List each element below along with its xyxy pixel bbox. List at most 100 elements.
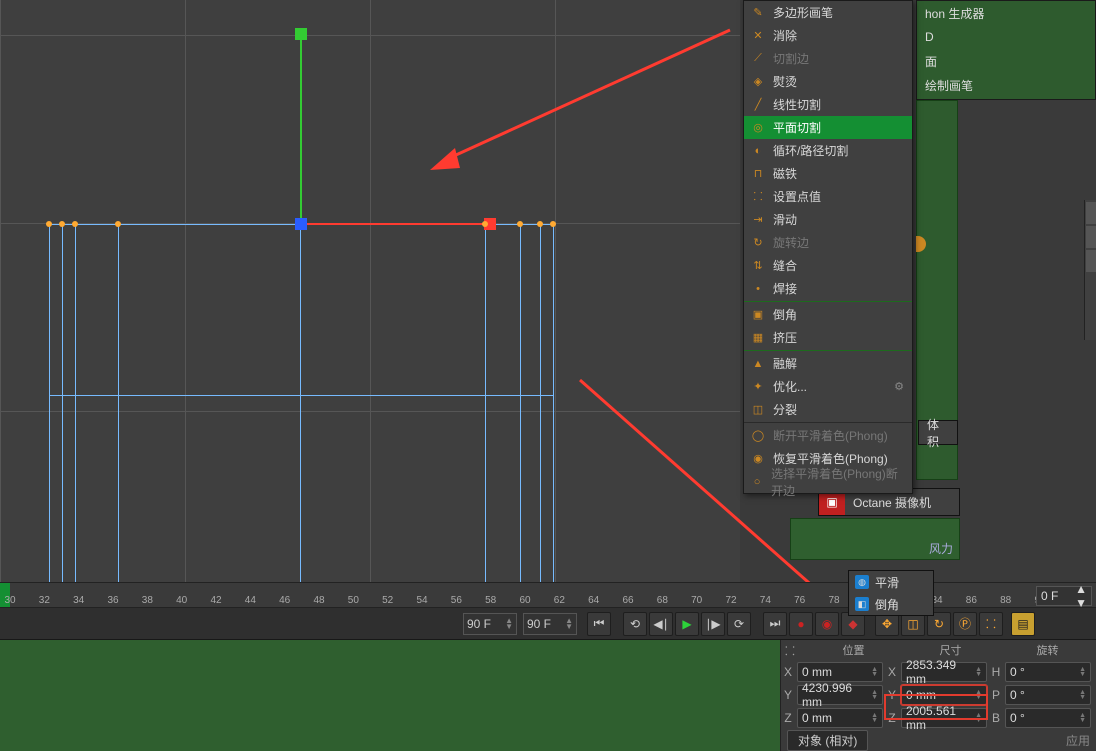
viewport-3d[interactable] bbox=[0, 0, 740, 582]
handle-y[interactable] bbox=[295, 28, 307, 40]
panel-item[interactable]: 绘制画笔 bbox=[917, 73, 1095, 97]
smooth-icon: ◍ bbox=[855, 575, 869, 589]
panel-item[interactable]: 面 bbox=[917, 49, 1095, 73]
handle-origin[interactable] bbox=[295, 218, 307, 230]
next-frame-button[interactable]: ∣▶ bbox=[701, 612, 725, 636]
timeline-tick: 76 bbox=[794, 595, 805, 606]
menu-item[interactable]: ◈熨烫 bbox=[744, 70, 912, 93]
next-key-button[interactable]: ⟳ bbox=[727, 612, 751, 636]
spinner-arrows-icon[interactable]: ▲▼ bbox=[975, 713, 982, 723]
coord-field[interactable]: 0 mm▲▼ bbox=[797, 708, 883, 728]
menu-item[interactable]: ⇅缝合 bbox=[744, 254, 912, 277]
coord-field[interactable]: 0 °▲▼ bbox=[1005, 685, 1091, 705]
coord-field[interactable]: 0 °▲▼ bbox=[1005, 662, 1091, 682]
vertex[interactable] bbox=[72, 221, 78, 227]
menu-item[interactable]: ◫分裂 bbox=[744, 398, 912, 421]
prev-key-button[interactable]: ⟲ bbox=[623, 612, 647, 636]
play-button[interactable]: ▶ bbox=[675, 612, 699, 636]
timeline-tick: 36 bbox=[107, 595, 118, 606]
menu-item[interactable]: ╱线性切割 bbox=[744, 93, 912, 116]
timeline-tick: 50 bbox=[348, 595, 359, 606]
menu-label: 挤压 bbox=[773, 329, 797, 346]
menu-item: ⟋切割边 bbox=[744, 47, 912, 70]
vertex[interactable] bbox=[550, 221, 556, 227]
frame-field[interactable]: 0 F ▲▼ bbox=[1036, 586, 1092, 606]
timeline-tick: 88 bbox=[1000, 595, 1011, 606]
coord-field[interactable]: 0 mm▲▼ bbox=[901, 685, 987, 705]
object-mode-select[interactable]: 对象 (相对) bbox=[787, 730, 868, 751]
vertex[interactable] bbox=[537, 221, 543, 227]
coord-field[interactable]: 2853.349 mm▲▼ bbox=[901, 662, 987, 682]
timeline-tick: 38 bbox=[142, 595, 153, 606]
menu-item[interactable]: ✕消除 bbox=[744, 24, 912, 47]
vertex[interactable] bbox=[517, 221, 523, 227]
timeline-tick: 40 bbox=[176, 595, 187, 606]
vertex[interactable] bbox=[46, 221, 52, 227]
side-icon[interactable] bbox=[1086, 226, 1096, 248]
menu-label: 融解 bbox=[773, 355, 797, 372]
menu-label: 滑动 bbox=[773, 211, 797, 228]
spinner-arrows-icon[interactable]: ▲▼ bbox=[1075, 582, 1087, 610]
menu-icon: ⇥ bbox=[750, 212, 766, 228]
tag-item-smooth[interactable]: ◍平滑 bbox=[849, 571, 933, 593]
timeline-tick: 58 bbox=[485, 595, 496, 606]
timeline-tick: 78 bbox=[828, 595, 839, 606]
coordinate-manager: ⸬ 位置 尺寸 旋转 X0 mm▲▼X2853.349 mm▲▼H0 °▲▼Y4… bbox=[780, 640, 1096, 751]
coord-field[interactable]: 2005.561 mm▲▼ bbox=[901, 708, 987, 728]
menu-item[interactable]: ⊓磁铁 bbox=[744, 162, 912, 185]
panel-item[interactable]: 体积 bbox=[919, 421, 957, 444]
spinner-arrows-icon[interactable]: ▲▼ bbox=[1079, 667, 1086, 677]
menu-item[interactable]: ▦挤压 bbox=[744, 326, 912, 349]
coord-field[interactable]: 4230.996 mm▲▼ bbox=[797, 685, 883, 705]
panel-item[interactable]: hon 生成器 bbox=[917, 1, 1095, 25]
vertex[interactable] bbox=[115, 221, 121, 227]
layout-button[interactable]: ▤ bbox=[1011, 612, 1035, 636]
vertex[interactable] bbox=[59, 221, 65, 227]
coord-field[interactable]: 0 mm▲▼ bbox=[797, 662, 883, 682]
rot-header: 旋转 bbox=[999, 642, 1096, 658]
material-area[interactable] bbox=[0, 640, 780, 751]
axis-x[interactable] bbox=[300, 223, 490, 225]
spinner-arrows-icon[interactable]: ▲▼ bbox=[975, 690, 982, 700]
menu-item[interactable]: ◎平面切割 bbox=[744, 116, 912, 139]
menu-item[interactable]: ⸬设置点值 bbox=[744, 185, 912, 208]
goto-start-button[interactable]: ⏮ bbox=[587, 612, 611, 636]
coord-row: Z0 mm▲▼Z2005.561 mm▲▼B0 °▲▼ bbox=[781, 706, 1096, 729]
pos-header: 位置 bbox=[805, 642, 902, 658]
spinner-arrows-icon[interactable]: ▲▼ bbox=[871, 713, 878, 723]
axis-y[interactable] bbox=[300, 33, 302, 224]
menu-item[interactable]: ▲融解 bbox=[744, 352, 912, 375]
spinner-arrows-icon[interactable]: ▲▼ bbox=[871, 667, 878, 677]
record-button[interactable]: ● bbox=[789, 612, 813, 636]
spinner-arrows-icon[interactable]: ▲▼ bbox=[1079, 690, 1086, 700]
menu-icon: ◯ bbox=[750, 428, 766, 444]
tool-grid-button[interactable]: ⸬ bbox=[979, 612, 1003, 636]
vertex[interactable] bbox=[482, 221, 488, 227]
bevel-icon: ◧ bbox=[855, 597, 869, 611]
menu-item[interactable]: ▣倒角 bbox=[744, 303, 912, 326]
menu-label: 选择平滑着色(Phong)断开边 bbox=[771, 465, 904, 499]
side-icon[interactable] bbox=[1086, 202, 1096, 224]
range-start-field[interactable]: 90 F▲▼ bbox=[463, 613, 517, 635]
autokey-button[interactable]: ◉ bbox=[815, 612, 839, 636]
tag-item-bevel[interactable]: ◧倒角 bbox=[849, 593, 933, 615]
panel-item[interactable]: D bbox=[917, 25, 1095, 49]
menu-item[interactable]: ✦优化...⚙ bbox=[744, 375, 912, 398]
menu-item[interactable]: ◐循环/路径切割 bbox=[744, 139, 912, 162]
spinner-arrows-icon[interactable]: ▲▼ bbox=[871, 690, 878, 700]
prev-frame-button[interactable]: ◀∣ bbox=[649, 612, 673, 636]
goto-end-button[interactable]: ⏭ bbox=[763, 612, 787, 636]
timeline-tick: 48 bbox=[313, 595, 324, 606]
menu-label: 多边形画笔 bbox=[773, 4, 833, 21]
range-end-field[interactable]: 90 F▲▼ bbox=[523, 613, 577, 635]
menu-item[interactable]: ⇥ 滑动 bbox=[744, 208, 912, 231]
spinner-arrows-icon[interactable]: ▲▼ bbox=[1079, 713, 1086, 723]
green-panel-bg: 风力 bbox=[790, 518, 960, 560]
axis-label: P bbox=[989, 688, 1003, 702]
menu-item[interactable]: •焊接 bbox=[744, 277, 912, 300]
spinner-arrows-icon[interactable]: ▲▼ bbox=[975, 667, 982, 677]
tool-p-button[interactable]: Ⓟ bbox=[953, 612, 977, 636]
coord-field[interactable]: 0 °▲▼ bbox=[1005, 708, 1091, 728]
side-icon[interactable] bbox=[1086, 250, 1096, 272]
menu-item[interactable]: ✎多边形画笔 bbox=[744, 1, 912, 24]
